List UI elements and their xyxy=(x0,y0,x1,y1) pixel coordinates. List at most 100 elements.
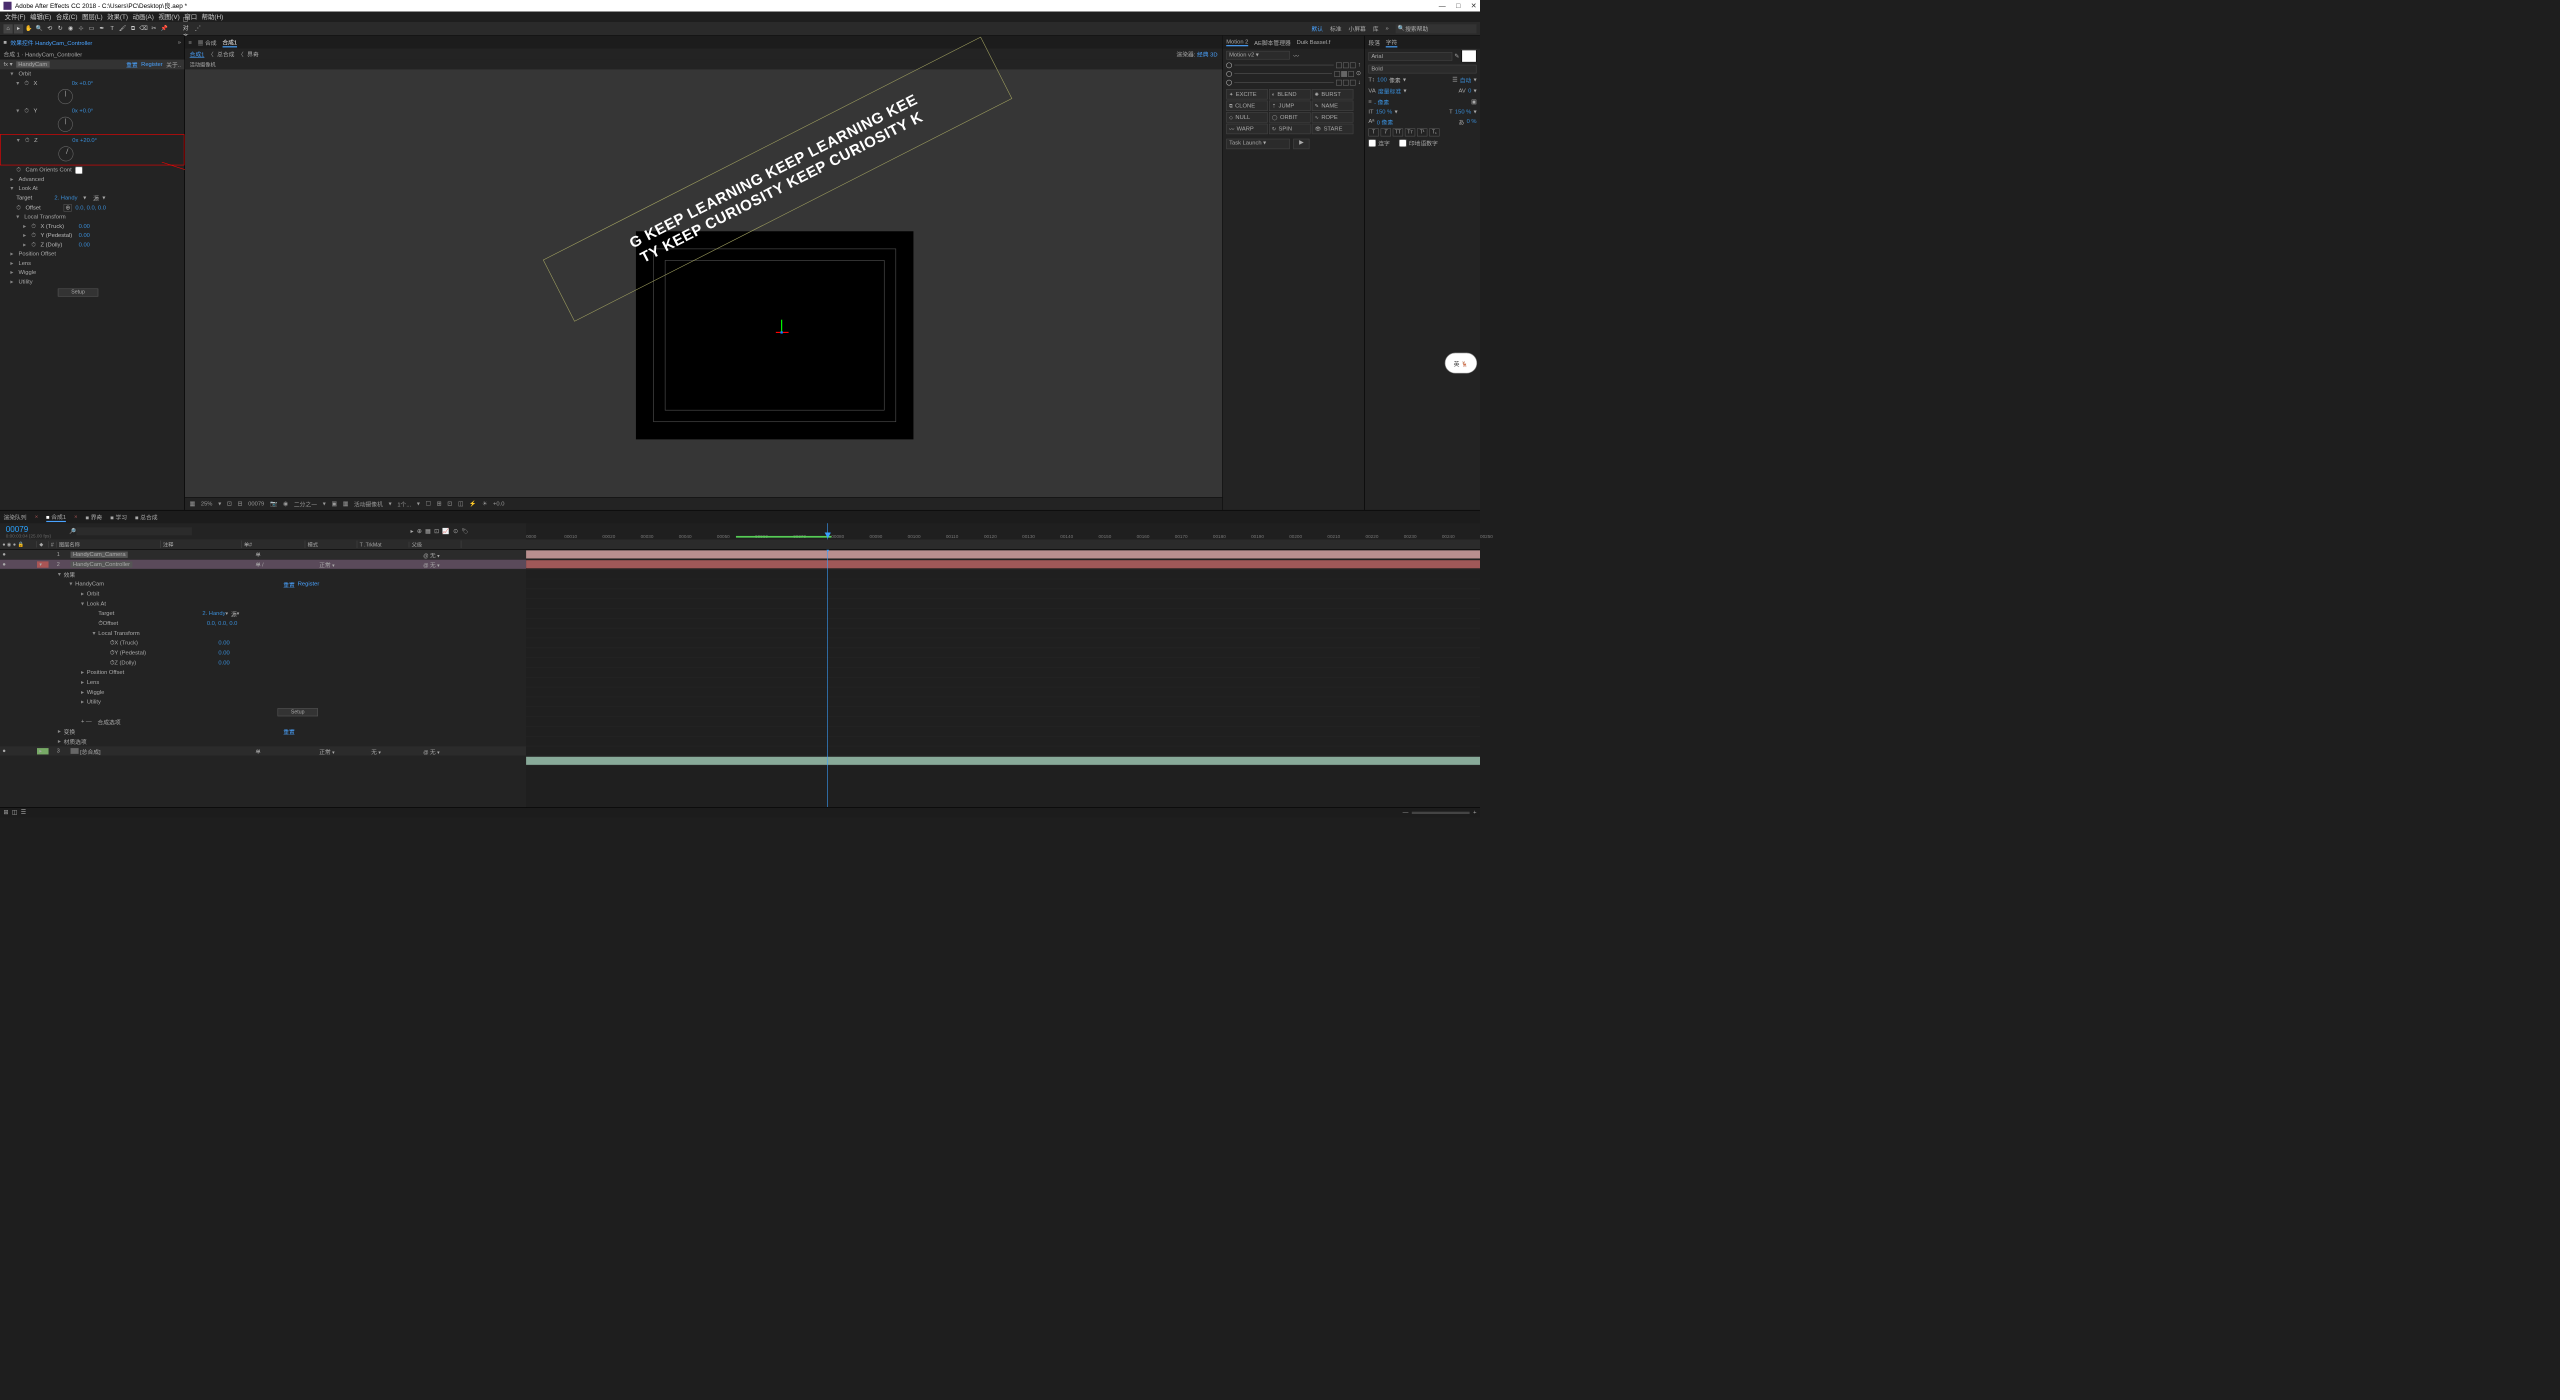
col-comment[interactable]: 注释 xyxy=(161,541,242,549)
playhead[interactable] xyxy=(828,550,829,807)
tl-tag-icon[interactable]: 🏷 xyxy=(461,528,468,534)
fill-over-stroke-icon[interactable]: ▣ xyxy=(1471,99,1476,105)
col-parent[interactable]: 父级 xyxy=(409,541,461,549)
effect-controls-tab[interactable]: 效果控件 HandyCam_Controller xyxy=(10,38,92,47)
breadcrumb-comp1[interactable]: 合成1 xyxy=(190,50,205,59)
snapshot-icon[interactable]: 📷 xyxy=(270,501,277,507)
tl-shy-icon[interactable]: ▸ xyxy=(410,528,413,534)
res-full-icon[interactable]: ⊡ xyxy=(227,501,232,507)
renderer-link[interactable]: 经典 3D xyxy=(1197,52,1218,58)
lookat-group[interactable]: Look At xyxy=(19,185,38,191)
advanced-group[interactable]: Advanced xyxy=(19,176,45,182)
task-go-button[interactable]: ▶ xyxy=(1293,139,1309,149)
toggle-shy-icon[interactable]: ☰ xyxy=(21,809,26,815)
arrow-up-icon[interactable]: ↑ xyxy=(1358,62,1361,68)
excite-button[interactable]: ✦ EXCITE xyxy=(1226,89,1268,99)
font-size-value[interactable]: 100 xyxy=(1377,77,1387,83)
selection-tool-icon[interactable]: ▸ xyxy=(14,24,23,33)
zoom-in-icon[interactable]: + xyxy=(1473,809,1476,815)
tab-duik[interactable]: Duik Bassel.f xyxy=(1297,39,1331,45)
timeline-tracks[interactable] xyxy=(526,550,1480,807)
stopwatch-icon[interactable]: ⏱ xyxy=(24,80,30,86)
rect-tool-icon[interactable]: ▭ xyxy=(87,24,96,33)
pedestal-value[interactable]: 0.00 xyxy=(79,232,90,238)
tl-setup-button[interactable]: Setup xyxy=(278,708,318,716)
task-launch-dropdown[interactable]: Task Launch ▾ xyxy=(1226,139,1290,149)
target-dropdown[interactable]: 2. Handy xyxy=(54,195,77,201)
3d-axis-gizmo[interactable] xyxy=(776,327,788,339)
project-tab[interactable]: ■ xyxy=(3,39,6,45)
clone-button[interactable]: ⧉ CLONE xyxy=(1226,101,1268,111)
col-trkmat[interactable]: T .TrkMat xyxy=(357,541,409,547)
minimize-button[interactable]: — xyxy=(1439,2,1446,10)
breadcrumb-other[interactable]: 界奇 xyxy=(247,50,259,59)
font-style-dropdown[interactable]: Bold xyxy=(1368,65,1476,74)
null-button[interactable]: ◇ NULL xyxy=(1226,112,1268,122)
tl-mb-icon[interactable]: ▦ xyxy=(425,528,430,534)
res-half-icon[interactable]: ⊟ xyxy=(238,501,243,507)
stroke-value[interactable]: - 像素 xyxy=(1374,98,1389,107)
vscale-value[interactable]: 150 % xyxy=(1376,109,1392,115)
maximize-button[interactable]: □ xyxy=(1456,2,1460,10)
menu-composition[interactable]: 合成(C) xyxy=(55,12,79,21)
roto-tool-icon[interactable]: ✂ xyxy=(149,24,158,33)
orbit-group[interactable]: Orbit xyxy=(19,71,32,77)
camera-tool-icon[interactable]: ◉ xyxy=(66,24,75,33)
anchor-dot[interactable] xyxy=(1226,62,1232,68)
orbit-z-dial[interactable] xyxy=(56,144,75,163)
mask-toggle-icon[interactable]: ▦ xyxy=(190,501,195,507)
views-dropdown[interactable]: 1个... xyxy=(397,500,411,509)
workspace-library[interactable]: 库 xyxy=(1373,24,1379,33)
timeline-search[interactable] xyxy=(77,527,193,535)
workspace-small[interactable]: 小屏幕 xyxy=(1348,24,1365,33)
hscale-value[interactable]: 150 % xyxy=(1455,109,1471,115)
tracking-value[interactable]: 0 xyxy=(1468,88,1471,94)
superscript-button[interactable]: T¹ xyxy=(1417,128,1427,136)
dolly-value[interactable]: 0.00 xyxy=(79,241,90,247)
puppet-tool-icon[interactable]: 📌 xyxy=(160,24,169,33)
tl-graph-icon[interactable]: 📈 xyxy=(442,528,449,534)
position-offset-group[interactable]: Position Offset xyxy=(19,251,56,257)
menu-animation[interactable]: 动画(A) xyxy=(132,12,156,21)
floating-widget[interactable]: 英 🦌 xyxy=(1445,353,1477,374)
lens-group[interactable]: Lens xyxy=(19,260,32,266)
tab-script-mgr[interactable]: AE脚本管理器 xyxy=(1254,38,1291,47)
orbit-x-value[interactable]: 0x +0.0° xyxy=(72,80,93,86)
baseline-value[interactable]: 0 像素 xyxy=(1377,117,1393,126)
col-mode[interactable]: 模式 xyxy=(305,541,357,549)
col-switches[interactable]: 单# xyxy=(242,541,306,549)
rope-button[interactable]: ∿ ROPE xyxy=(1312,112,1354,122)
tl-snap-icon[interactable]: ⊕ xyxy=(417,528,422,534)
snap-toggle[interactable]: ☐ 对齐 xyxy=(183,24,192,33)
tsume-value[interactable]: 0 % xyxy=(1467,119,1477,125)
eyedropper-icon[interactable]: ✎ xyxy=(1454,53,1459,59)
tab-motion2[interactable]: Motion 2 xyxy=(1226,38,1248,46)
jump-button[interactable]: ⇡ JUMP xyxy=(1269,101,1311,111)
channel-icon[interactable]: ◉ xyxy=(283,501,288,507)
tab-render-queue[interactable]: 渲染队列 xyxy=(3,513,26,522)
resolution-dropdown[interactable]: 二分之一 xyxy=(294,500,317,509)
offset-link-icon[interactable]: ⊕ xyxy=(64,204,72,212)
motion-preset-dropdown[interactable]: Motion v2 ▾ xyxy=(1226,51,1290,60)
orbit-tool-icon[interactable]: ⟲ xyxy=(45,24,54,33)
breadcrumb-total[interactable]: 总合成 xyxy=(217,50,234,59)
clone-tool-icon[interactable]: ⧉ xyxy=(128,24,137,33)
viewer-canvas[interactable]: G KEEP LEARNING KEEP LEARNING KEE TY KEE… xyxy=(185,69,1222,497)
toggle-modes-icon[interactable]: ◫ xyxy=(12,809,17,815)
tab-total[interactable]: ■ 总合成 xyxy=(135,513,157,522)
setup-button[interactable]: Setup xyxy=(58,288,98,296)
frame-display[interactable]: 00079 xyxy=(248,501,264,507)
close-button[interactable]: ✕ xyxy=(1471,2,1477,10)
stopwatch-icon[interactable]: ⏱ xyxy=(16,167,22,173)
menu-view[interactable]: 视图(V) xyxy=(157,12,181,21)
zoom-slider[interactable] xyxy=(1412,811,1470,813)
orbit-x-dial[interactable] xyxy=(58,89,73,104)
tab-character[interactable]: 字符 xyxy=(1386,37,1398,47)
anchor-dot[interactable] xyxy=(1226,79,1232,85)
roi-icon[interactable]: ▣ xyxy=(331,501,336,507)
stopwatch-icon[interactable]: ⏱ xyxy=(24,108,30,114)
layer-row-controller[interactable]: ● ▾ 2 HandyCam_Controller 单 / 正常 ▾ @ 无 ▾ xyxy=(0,560,526,570)
zoom-out-icon[interactable]: — xyxy=(1403,809,1409,815)
arrow-down-icon[interactable]: ↓ xyxy=(1358,79,1361,85)
reset-link[interactable]: 重置 xyxy=(126,60,138,69)
